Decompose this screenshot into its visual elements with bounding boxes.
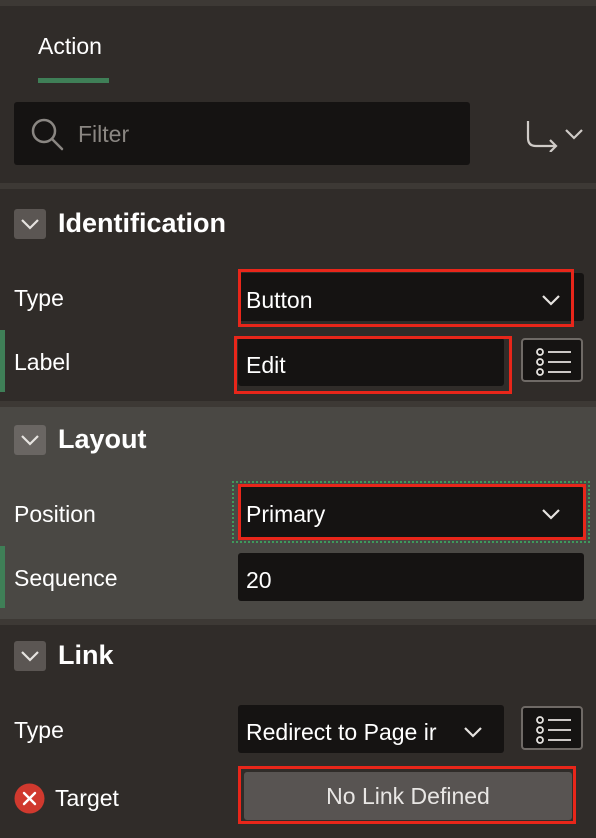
chevron-down-icon: [21, 435, 39, 446]
filter-search-box[interactable]: Filter: [14, 102, 470, 165]
top-border: [0, 0, 596, 6]
chevron-down-icon: [21, 219, 39, 230]
list-button[interactable]: [521, 706, 583, 750]
label-label: Label: [14, 349, 71, 375]
collapse-layout-button[interactable]: [14, 425, 46, 455]
label-value: Edit: [246, 352, 286, 378]
chevron-down-icon: [464, 727, 482, 738]
search-input[interactable]: Filter: [78, 121, 129, 148]
list-button[interactable]: [521, 338, 583, 382]
chevron-down-icon: [542, 295, 560, 306]
label-field[interactable]: Edit: [238, 338, 504, 386]
error-icon: [14, 783, 45, 814]
position-value: Primary: [246, 501, 326, 527]
sequence-label: Sequence: [14, 565, 118, 591]
collapse-identification-button[interactable]: [14, 209, 46, 239]
required-indicator: [0, 546, 5, 608]
type-select[interactable]: Button: [238, 273, 584, 321]
section-title: Identification: [58, 208, 226, 238]
chevron-down-icon: [21, 651, 39, 662]
section-title: Link: [58, 640, 114, 670]
sequence-field[interactable]: 20: [238, 553, 584, 601]
link-type-value: Redirect to Page ir: [246, 719, 437, 745]
tab-active-indicator: [38, 78, 109, 83]
list-icon: [536, 716, 571, 744]
search-icon: [31, 118, 64, 151]
section-divider: [0, 619, 596, 625]
link-type-label: Type: [14, 717, 64, 743]
position-label: Position: [14, 501, 96, 527]
section-title: Layout: [58, 424, 147, 454]
tab-action[interactable]: Action: [38, 33, 102, 60]
collapse-link-button[interactable]: [14, 641, 46, 671]
no-link-defined-button[interactable]: No Link Defined: [244, 772, 572, 820]
type-label: Type: [14, 285, 64, 311]
link-type-select[interactable]: Redirect to Page ir: [238, 705, 504, 753]
goto-arrow-icon[interactable]: [522, 118, 584, 152]
target-label: Target: [55, 785, 119, 811]
position-select[interactable]: Primary: [238, 487, 584, 537]
required-indicator: [0, 330, 5, 392]
type-value: Button: [246, 287, 313, 313]
sequence-value: 20: [246, 567, 272, 593]
chevron-down-icon: [542, 509, 560, 520]
section-divider: [0, 401, 596, 407]
section-divider: [0, 183, 596, 189]
list-icon: [536, 348, 571, 376]
